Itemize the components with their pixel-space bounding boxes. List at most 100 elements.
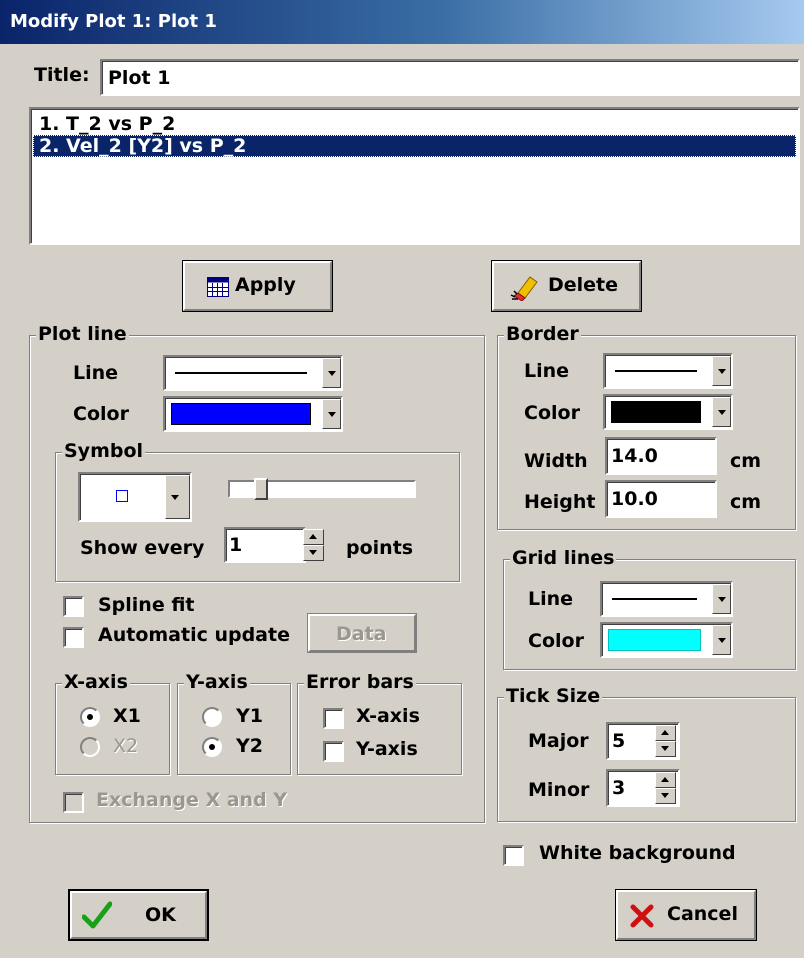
- border-line-select[interactable]: [603, 353, 733, 389]
- title-input[interactable]: Plot 1: [100, 59, 800, 96]
- y1-radio[interactable]: [202, 707, 222, 727]
- minor-tick-label: Minor: [528, 779, 590, 801]
- chevron-down-icon[interactable]: [712, 625, 731, 655]
- square-symbol-icon: [116, 490, 128, 502]
- y-axis-group: Y-axis: [177, 671, 291, 775]
- error-bars-x-checkbox[interactable]: [323, 708, 344, 729]
- spin-up-icon[interactable]: [303, 529, 324, 545]
- y1-label: Y1: [236, 705, 263, 727]
- border-color-select[interactable]: [603, 394, 733, 430]
- cancel-button[interactable]: Cancel: [615, 889, 757, 941]
- ok-button[interactable]: OK: [68, 889, 209, 941]
- close-icon: [630, 904, 654, 928]
- border-width-unit: cm: [730, 450, 762, 472]
- major-tick-spinner[interactable]: [655, 725, 676, 757]
- spline-fit-label: Spline fit: [98, 594, 195, 616]
- x1-radio[interactable]: [80, 707, 100, 727]
- apply-button[interactable]: Apply: [182, 260, 333, 312]
- apply-button-label: Apply: [235, 274, 296, 296]
- eraser-icon: [510, 276, 538, 301]
- border-color-label: Color: [524, 402, 580, 424]
- spin-down-icon[interactable]: [655, 741, 676, 757]
- title-bar[interactable]: Modify Plot 1: Plot 1: [0, 0, 804, 44]
- white-background-checkbox[interactable]: [503, 845, 524, 866]
- list-item[interactable]: 1. T_2 vs P_2: [33, 113, 796, 135]
- chevron-down-icon[interactable]: [322, 358, 341, 388]
- chevron-down-icon[interactable]: [712, 356, 731, 386]
- chevron-down-icon[interactable]: [322, 399, 341, 429]
- x-axis-group: X-axis: [55, 671, 170, 775]
- border-height-input[interactable]: 10.0: [605, 480, 717, 518]
- show-every-input[interactable]: 1: [224, 527, 306, 563]
- minor-tick-spinner[interactable]: [655, 772, 676, 804]
- automatic-update-label: Automatic update: [98, 624, 290, 646]
- chevron-down-icon[interactable]: [712, 397, 731, 427]
- spin-down-icon[interactable]: [303, 545, 324, 561]
- border-width-value: 14.0: [611, 445, 658, 467]
- show-every-spinner[interactable]: [303, 529, 324, 561]
- spin-down-icon[interactable]: [655, 788, 676, 804]
- tick-size-group-title: Tick Size: [504, 685, 603, 707]
- y-axis-group-title: Y-axis: [184, 671, 250, 693]
- grid-color-label: Color: [528, 630, 584, 652]
- x2-radio[interactable]: [80, 737, 100, 757]
- x1-label: X1: [113, 705, 141, 727]
- title-input-value: Plot 1: [108, 67, 171, 89]
- major-tick-value: 5: [612, 730, 626, 752]
- error-bars-y-checkbox[interactable]: [323, 741, 344, 762]
- symbol-group-title: Symbol: [62, 440, 146, 462]
- symbol-select[interactable]: [78, 472, 192, 522]
- minor-tick-value: 3: [612, 777, 626, 799]
- delete-button-label: Delete: [548, 274, 619, 296]
- slider-thumb[interactable]: [254, 478, 268, 500]
- plot-list[interactable]: 1. T_2 vs P_2 2. Vel_2 [Y2] vs P_2: [29, 107, 800, 245]
- y2-label: Y2: [236, 735, 263, 757]
- grid-line-select[interactable]: [600, 581, 733, 617]
- error-bars-y-label: Y-axis: [356, 738, 418, 760]
- list-item-selected[interactable]: 2. Vel_2 [Y2] vs P_2: [33, 135, 796, 157]
- title-label: Title:: [34, 64, 90, 86]
- border-group-title: Border: [504, 323, 581, 345]
- grid-lines-group-title: Grid lines: [510, 547, 617, 569]
- chevron-down-icon[interactable]: [712, 584, 731, 614]
- border-width-label: Width: [524, 450, 588, 472]
- symbol-size-slider[interactable]: [228, 478, 416, 504]
- points-label: points: [346, 537, 414, 559]
- exchange-xy-checkbox[interactable]: [63, 792, 84, 813]
- border-width-input[interactable]: 14.0: [605, 437, 717, 475]
- border-line-label: Line: [524, 360, 570, 382]
- cancel-button-label: Cancel: [667, 903, 738, 925]
- data-button[interactable]: Data: [307, 613, 417, 653]
- ok-button-label: OK: [145, 904, 176, 926]
- exchange-xy-label: Exchange X and Y: [96, 789, 288, 811]
- spin-up-icon[interactable]: [655, 725, 676, 741]
- spline-fit-checkbox[interactable]: [63, 596, 84, 617]
- spin-up-icon[interactable]: [655, 772, 676, 788]
- x2-label: X2: [113, 735, 139, 757]
- x-axis-group-title: X-axis: [62, 671, 130, 693]
- plot-line-style-select[interactable]: [163, 355, 343, 391]
- grid-line-label: Line: [528, 588, 574, 610]
- border-height-value: 10.0: [611, 488, 658, 510]
- show-every-value: 1: [229, 534, 243, 556]
- plot-line-group-title: Plot line: [36, 323, 129, 345]
- calendar-icon: [207, 277, 229, 297]
- modify-plot-dialog: Modify Plot 1: Plot 1 Title: Plot 1 1. T…: [0, 0, 804, 958]
- grid-color-select[interactable]: [600, 622, 733, 658]
- chevron-down-icon[interactable]: [165, 475, 190, 519]
- major-tick-label: Major: [528, 730, 589, 752]
- window-title: Modify Plot 1: Plot 1: [10, 11, 217, 32]
- checkmark-icon: [82, 901, 112, 929]
- automatic-update-checkbox[interactable]: [63, 627, 84, 648]
- plot-line-color-select[interactable]: [163, 396, 343, 432]
- y2-radio[interactable]: [202, 737, 222, 757]
- border-height-unit: cm: [730, 491, 762, 513]
- plot-line-color-label: Color: [73, 403, 129, 425]
- delete-button[interactable]: Delete: [491, 260, 642, 312]
- plot-line-line-label: Line: [73, 362, 119, 384]
- data-button-label: Data: [336, 623, 387, 645]
- white-background-label: White background: [539, 842, 736, 864]
- error-bars-group: Error bars: [297, 671, 462, 775]
- border-height-label: Height: [524, 491, 596, 513]
- show-every-label: Show every: [80, 537, 205, 559]
